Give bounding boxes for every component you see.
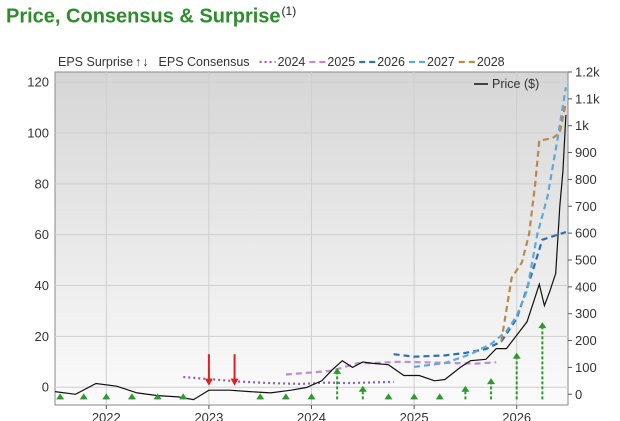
- x-tick-label: 2023: [194, 410, 223, 421]
- y-right-tick-label: 400: [575, 279, 597, 294]
- legend-down-arrow: ↓: [142, 55, 148, 69]
- y-left-tick-label: 80: [35, 176, 49, 191]
- legend-label-2027: 2027: [427, 55, 455, 69]
- y-right-tick-label: 300: [575, 306, 597, 321]
- legend-label-2024: 2024: [278, 55, 306, 69]
- y-right-tick-label: 800: [575, 172, 597, 187]
- y-right-tick-label: 500: [575, 252, 597, 267]
- chart-svg: 0 20 40 60 80 100 120 0 100 200 300 400 500 600 700 800…: [27, 55, 600, 421]
- y-left-tick-label: 60: [35, 227, 49, 242]
- legend-label-2025: 2025: [327, 55, 355, 69]
- x-tick-label: 2026: [502, 410, 531, 421]
- x-tick-label: 2024: [297, 410, 326, 421]
- y-right-tick-label: 0: [575, 387, 582, 402]
- legend-label-2028: 2028: [477, 55, 505, 69]
- y-right-tick-label: 900: [575, 145, 597, 160]
- legend-price: Price ($): [492, 77, 539, 91]
- y-right-tick-label: 200: [575, 333, 597, 348]
- y-left-tick-label: 100: [27, 126, 49, 141]
- legend-eps-surprise: EPS Surprise: [58, 55, 133, 69]
- x-tick-label: 2025: [400, 410, 429, 421]
- y-left-tick-label: 120: [27, 75, 49, 90]
- y-right-tick-label: 1.2k: [575, 65, 600, 80]
- legend-label-2026: 2026: [377, 55, 405, 69]
- y-right-tick-label: 700: [575, 199, 597, 214]
- y-right-tick-label: 600: [575, 226, 597, 241]
- y-right-tick-label: 1.1k: [575, 91, 600, 106]
- x-tick-label: 2022: [92, 410, 121, 421]
- legend-eps-consensus: EPS Consensus: [159, 55, 250, 69]
- y-left-tick-label: 20: [35, 329, 49, 344]
- y-right-tick-label: 1k: [575, 118, 589, 133]
- legend-up-arrow: ↑: [135, 55, 141, 69]
- y-left-tick-label: 40: [35, 278, 49, 293]
- y-right-tick-label: 100: [575, 360, 597, 375]
- y-left-tick-label: 0: [42, 380, 49, 395]
